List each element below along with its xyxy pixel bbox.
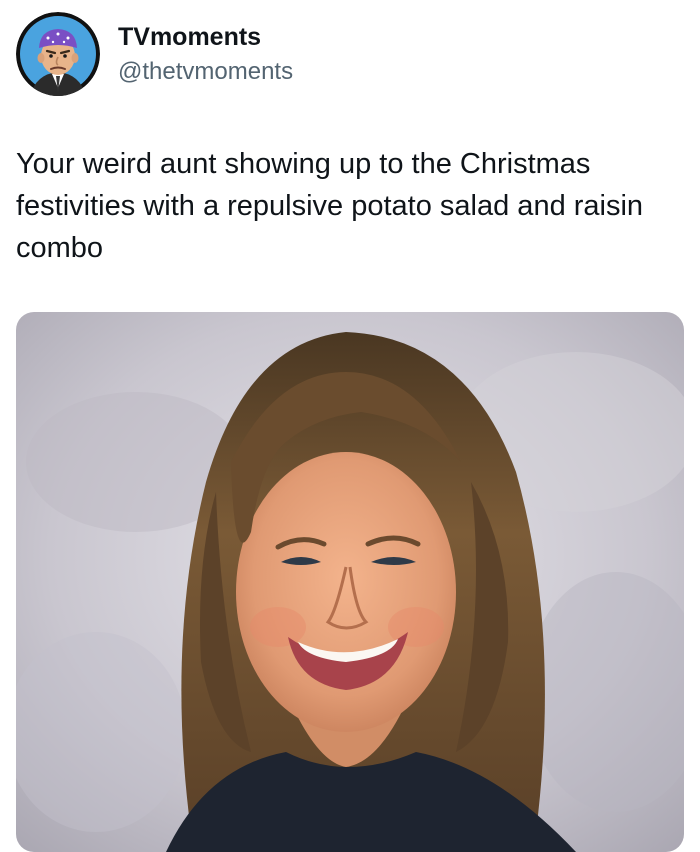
profile-avatar-icon[interactable]: [16, 12, 100, 96]
tweet-card[interactable]: TVmoments @thetvmoments Your weird aunt …: [0, 0, 700, 852]
tweet-header: TVmoments @thetvmoments: [16, 12, 293, 96]
tweet-text: Your weird aunt showing up to the Christ…: [16, 148, 644, 264]
author-names: TVmoments @thetvmoments: [118, 22, 293, 87]
user-handle[interactable]: @thetvmoments: [118, 57, 293, 87]
display-name[interactable]: TVmoments: [118, 22, 293, 52]
tweet-photo[interactable]: [16, 312, 684, 852]
